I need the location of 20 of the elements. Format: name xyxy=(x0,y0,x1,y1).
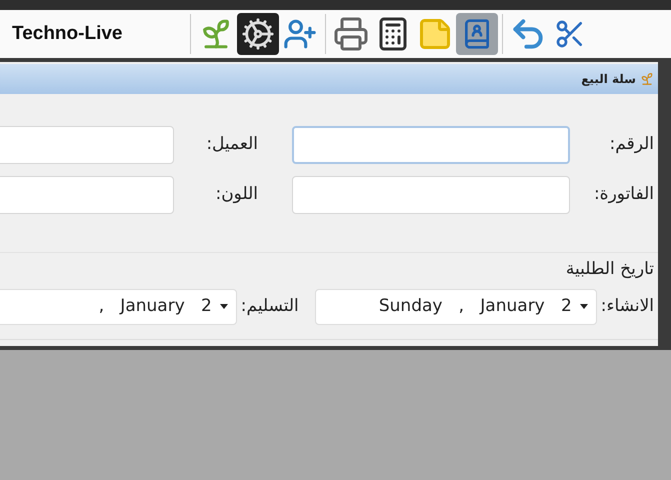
gear-icon[interactable] xyxy=(237,13,279,55)
date-value: Sunday , January 2 xyxy=(378,294,572,318)
field-label: التسليم: xyxy=(240,294,300,318)
input-field[interactable] xyxy=(292,176,570,214)
dropdown-caret-icon xyxy=(580,304,588,309)
field-label: الانشاء: xyxy=(600,294,655,318)
field-label: الفاتورة: xyxy=(592,183,655,206)
address-book-icon[interactable] xyxy=(456,13,498,55)
group-title: تاريخ الطلبية xyxy=(566,259,654,279)
field-label: الرقم: xyxy=(608,133,655,156)
field-label: العميل: xyxy=(205,133,259,156)
window-title: سلة البيع xyxy=(581,71,636,88)
leaf-icon xyxy=(640,72,654,86)
dropdown-caret-icon xyxy=(220,304,228,309)
date-picker[interactable]: , January 2 xyxy=(0,288,237,324)
date-picker[interactable]: Sunday , January 2 xyxy=(314,288,597,324)
date-value: , January 2 xyxy=(98,294,212,318)
input-field[interactable] xyxy=(292,126,570,164)
field-label: اللون: xyxy=(214,183,259,206)
app-title: Techno-Live xyxy=(12,22,124,46)
